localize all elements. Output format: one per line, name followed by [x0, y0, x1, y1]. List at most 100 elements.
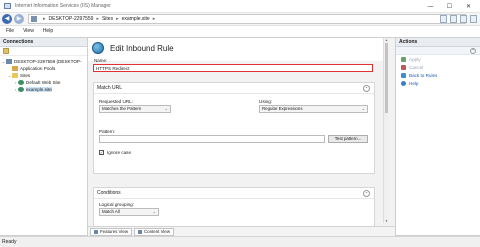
status-text: Ready [2, 239, 17, 245]
globe-icon [18, 80, 24, 85]
tab-content-view[interactable]: Content View [133, 227, 175, 236]
page-header: Edit Inbound Rule [88, 38, 388, 61]
connections-toolbar [0, 47, 87, 56]
connect-icon[interactable] [3, 48, 9, 54]
action-back-to-rules[interactable]: Back to Rules [396, 71, 480, 79]
action-label: Cancel [409, 64, 424, 70]
menu-view[interactable]: View [23, 28, 34, 34]
server-icon [31, 16, 37, 22]
help-icon[interactable] [470, 15, 477, 23]
menu-bar: File View Help [0, 26, 480, 36]
breadcrumb-site[interactable]: example.site [122, 16, 150, 22]
breadcrumb-separator-icon: ▸ [152, 16, 156, 22]
site-tree: ⌄ DESKTOP-2297559 (DESKTOP- Application … [0, 56, 87, 93]
globe-icon [18, 87, 24, 92]
tree-item-default-web-site[interactable]: › Default Web Site [0, 79, 87, 86]
breadcrumb-separator-icon: ▸ [43, 16, 46, 22]
rule-name-input[interactable] [93, 64, 373, 72]
breadcrumb-server[interactable]: DESKTOP-2297559 [49, 16, 94, 22]
using-select[interactable]: Regular Expressions ⌄ [259, 105, 368, 113]
application-pools-icon [12, 66, 18, 71]
content-view-icon [137, 229, 142, 234]
connections-panel: Connections ⌄ DESKTOP-2297559 (DESKTOP- … [0, 37, 88, 236]
main-content: Edit Inbound Rule Name: Match URL ⌃ Requ… [88, 37, 395, 236]
back-arrow-icon[interactable]: ◀ [2, 14, 12, 24]
minimize-button[interactable]: — [421, 0, 440, 13]
actions-subheader: ⌃ [396, 47, 480, 55]
cancel-icon [401, 64, 406, 70]
maximize-button[interactable]: ☐ [440, 0, 459, 13]
action-label: Help [409, 80, 419, 86]
conditions-header[interactable]: Conditions ⌃ [94, 188, 374, 199]
menu-help[interactable]: Help [43, 28, 53, 34]
collapse-chevron-icon[interactable]: ⌃ [363, 190, 370, 197]
collapse-chevron-icon[interactable]: ⌃ [363, 85, 370, 92]
view-tabs: Features View Content View [88, 226, 395, 236]
logical-grouping-select[interactable]: Match All ⌄ [99, 208, 159, 216]
vertical-scrollbar[interactable]: ▲ ▼ [383, 38, 388, 223]
address-bar: ◀ ▶ ▸ DESKTOP-2297559 ▸ Sites ▸ example.… [0, 13, 480, 26]
help-icon [401, 80, 406, 86]
pattern-label: Pattern: [99, 129, 116, 134]
tab-features-view[interactable]: Features View [90, 227, 132, 236]
url-rewrite-globe-icon [92, 42, 104, 54]
stop-icon[interactable] [450, 15, 457, 23]
scrollbar-thumb[interactable] [385, 43, 388, 113]
tree-item-application-pools[interactable]: Application Pools [0, 65, 87, 72]
tree-item-label: Sites [20, 73, 31, 78]
close-button[interactable]: ✕ [459, 0, 478, 13]
actions-header: Actions [396, 38, 480, 47]
section-title: Match URL [97, 85, 123, 91]
scroll-down-arrow-icon[interactable]: ▼ [384, 219, 389, 223]
connections-header: Connections [0, 38, 87, 47]
test-pattern-button[interactable]: Test pattern... [328, 135, 368, 143]
forward-arrow-icon[interactable]: ▶ [14, 14, 24, 24]
pattern-input[interactable] [99, 135, 325, 143]
select-value: Regular Expressions [262, 106, 303, 111]
breadcrumb-separator-icon: ▸ [96, 16, 99, 22]
requested-url-label: Requested URL: [99, 99, 133, 104]
chevron-down-icon: ⌄ [164, 106, 168, 111]
action-help[interactable]: Help [396, 79, 480, 87]
select-value: Matches the Pattern [102, 106, 142, 111]
chevron-down-icon: ⌄ [152, 209, 156, 214]
name-label: Name: [94, 58, 108, 63]
breadcrumb-sites[interactable]: Sites [102, 16, 113, 22]
action-apply[interactable]: Apply [396, 55, 480, 63]
select-value: Match All [102, 209, 120, 214]
back-arrow-icon [401, 72, 406, 78]
breadcrumb[interactable]: ▸ DESKTOP-2297559 ▸ Sites ▸ example.site… [28, 14, 466, 24]
tree-item-example-site[interactable]: › example.site [0, 86, 87, 93]
match-url-section: Match URL ⌃ Requested URL: Matches the P… [93, 82, 375, 174]
tree-item-sites[interactable]: ⌄ Sites [0, 72, 87, 79]
iis-app-icon [4, 3, 11, 9]
tree-item-label: DESKTOP-2297559 (DESKTOP- [14, 59, 82, 64]
status-bar: Ready [0, 236, 480, 247]
title-bar: Internet Information Services (IIS) Mana… [0, 0, 480, 13]
menu-file[interactable]: File [6, 28, 14, 34]
tree-item-label: Default Web Site [26, 80, 61, 85]
action-cancel[interactable]: Cancel [396, 63, 480, 71]
breadcrumb-separator-icon: ▸ [116, 16, 119, 22]
refresh-icon[interactable] [440, 15, 447, 23]
using-label: Using: [259, 99, 273, 104]
requested-url-select[interactable]: Matches the Pattern ⌄ [99, 105, 171, 113]
actions-panel: Actions ⌃ Apply Cancel Back to Rules Hel… [395, 37, 480, 236]
action-label: Back to Rules [409, 72, 438, 78]
tree-item-label: example.site [26, 87, 52, 92]
match-url-header[interactable]: Match URL ⌃ [94, 83, 374, 94]
scroll-up-arrow-icon[interactable]: ▲ [384, 38, 389, 42]
ignore-case-checkbox[interactable]: ✓ [99, 150, 104, 155]
tree-item-server[interactable]: ⌄ DESKTOP-2297559 (DESKTOP- [0, 58, 87, 65]
home-icon[interactable] [460, 15, 467, 23]
features-view-icon [94, 229, 98, 234]
tab-label: Content View [143, 228, 171, 234]
ignore-case-label: Ignore case [107, 150, 132, 155]
window-title: Internet Information Services (IIS) Mana… [15, 3, 111, 9]
chevron-down-icon: ⌄ [361, 106, 365, 111]
page-title: Edit Inbound Rule [110, 44, 174, 53]
server-icon [6, 59, 12, 64]
collapse-chevron-icon[interactable]: ⌃ [470, 48, 476, 54]
tree-item-label: Application Pools [20, 66, 56, 71]
tab-label: Features View [100, 228, 128, 234]
